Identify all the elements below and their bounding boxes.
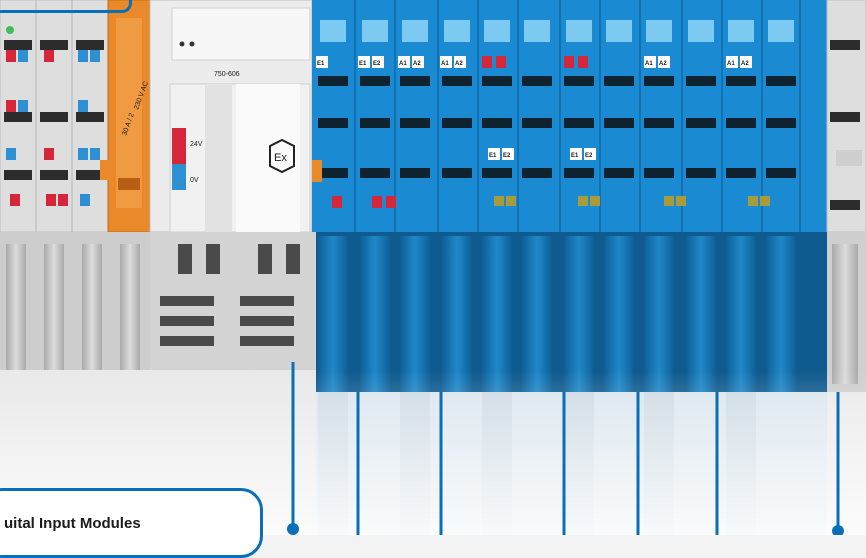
module-model-label: 750-606 — [214, 71, 240, 78]
module-tag: E2 — [585, 153, 593, 159]
module-tag: E1 — [317, 61, 325, 67]
ex-mark: Ex — [274, 152, 287, 164]
supply-module-750-606 — [149, 0, 313, 233]
lower-housings — [0, 232, 866, 392]
supply-0v-label: 0V — [190, 177, 199, 184]
module-tag: A2 — [659, 61, 667, 67]
module-tag: A1 — [441, 61, 449, 67]
top-left-callout-bracket — [0, 0, 132, 13]
module-tag: A1 — [727, 61, 735, 67]
supply-24v-label: 24V — [190, 141, 203, 148]
module-tag: E2 — [503, 153, 511, 159]
module-tag: E1 — [571, 153, 579, 159]
blue-ex-modules — [312, 0, 827, 232]
module-tag: E1 — [359, 61, 367, 67]
module-tag: A1 — [645, 61, 653, 67]
product-photo: 750-60624V0VEx30 A / 2230 V ACE1 E1 E2 A1 A2… — [0, 0, 866, 535]
left-terminal-modules — [0, 0, 109, 233]
module-tag: E2 — [373, 61, 381, 67]
module-tag: A2 — [741, 61, 749, 67]
module-tag: A2 — [413, 61, 421, 67]
callout-title: uital Input Modules — [4, 515, 141, 532]
module-tag: A2 — [455, 61, 463, 67]
orange-power-module — [100, 0, 151, 233]
module-tag: A1 — [399, 61, 407, 67]
right-terminal-module — [826, 0, 866, 233]
callout-dot-left — [287, 523, 299, 535]
module-tag: E1 — [489, 153, 497, 159]
